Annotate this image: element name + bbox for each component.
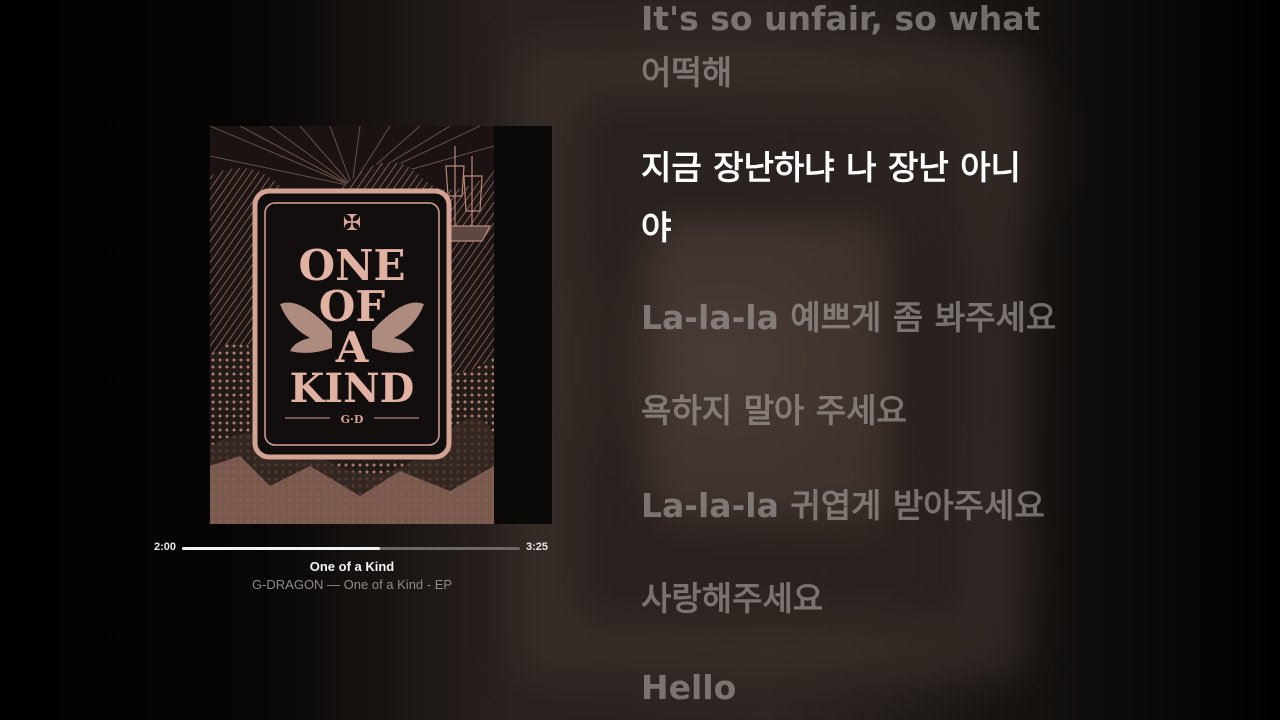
lyric-line-active: 야 — [641, 208, 672, 247]
progress-slider[interactable] — [182, 547, 520, 550]
total-duration: 3:25 — [526, 541, 549, 553]
song-title: One of a Kind — [309, 559, 395, 574]
lyric-line-active: 지금 장난하냐 나 장난 아니 — [641, 148, 1021, 187]
progress-slider-fill — [182, 547, 380, 550]
lyric-line: 사랑해주세요 — [641, 579, 824, 618]
lyric-line: It's so unfair, so what — [641, 0, 1041, 38]
album-artwork-image: ✠ ONE OF A KIND G·D — [210, 126, 494, 524]
lyric-line: La-la-la 귀엽게 받아주세요 — [641, 486, 1045, 525]
album-cover-shadow — [494, 126, 552, 524]
album-monogram: G·D — [341, 413, 364, 426]
lyric-line: La-la-la 예쁘게 좀 봐주세요 — [641, 298, 1057, 337]
album-cover: ✠ ONE OF A KIND G·D — [210, 126, 494, 524]
artist-album-subtitle: G-DRAGON — One of a Kind - EP — [251, 577, 453, 592]
album-title-line-kind: KIND — [290, 365, 415, 412]
lyric-line: 어떡해 — [641, 53, 733, 92]
cross-emblem-icon: ✠ — [343, 211, 361, 236]
elapsed-time: 2:00 — [154, 541, 177, 553]
lyric-line: Hello — [641, 668, 737, 707]
playback-progress: 2:00 3:25 — [150, 540, 550, 556]
lyrics-player-screen: ✠ ONE OF A KIND G·D 2:00 3:25 One of a K… — [0, 0, 1280, 720]
lyric-line: 욕하지 말아 주세요 — [641, 391, 907, 430]
